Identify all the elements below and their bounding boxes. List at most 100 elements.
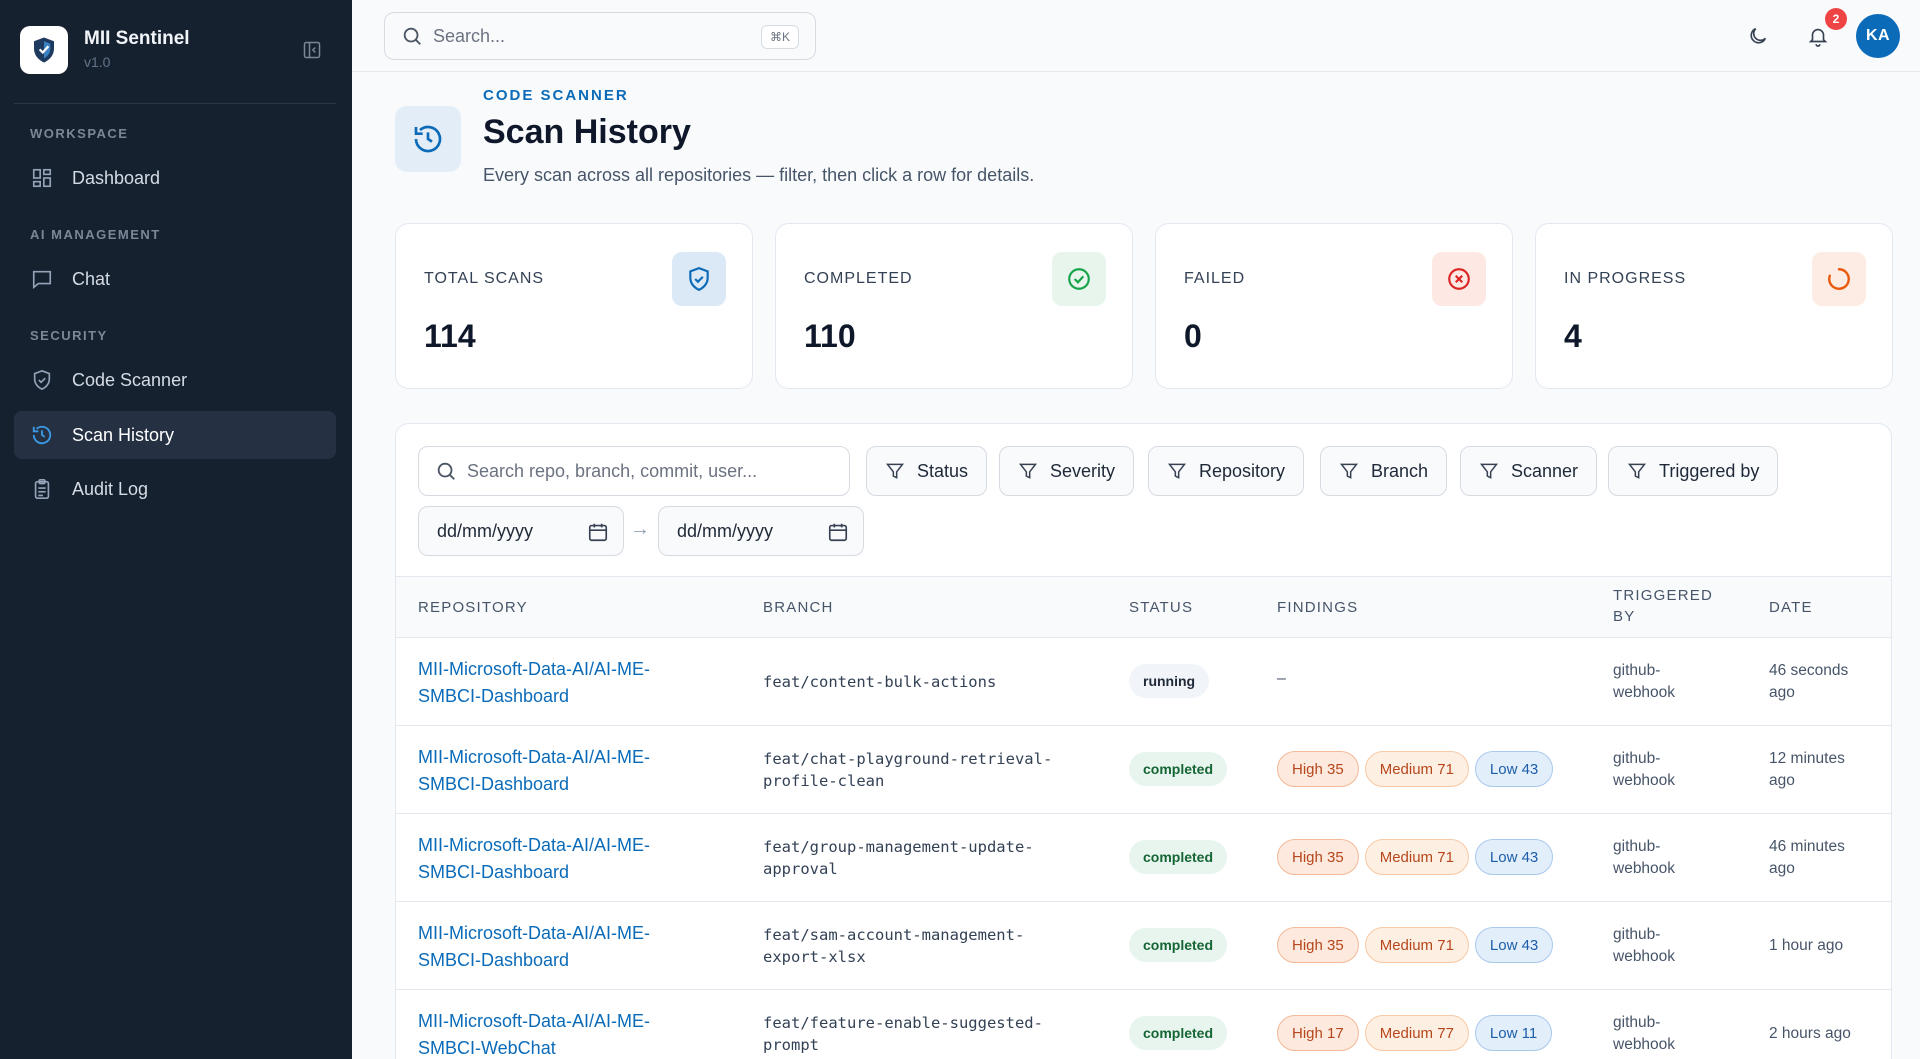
filter-repository-button[interactable]: Repository: [1148, 446, 1305, 496]
repository-line: SMBCI-Dashboard: [418, 686, 570, 706]
filter-icon: [1167, 461, 1187, 481]
status-badge: completed: [1129, 840, 1228, 874]
sidebar-item-audit-log[interactable]: Audit Log: [14, 465, 336, 513]
filter-status-button[interactable]: Status: [866, 446, 988, 496]
repository-link[interactable]: MII-Microsoft-Data-AI/AI-ME- SMBCI-Dashb…: [418, 832, 718, 886]
sidebar-item-dashboard[interactable]: Dashboard: [14, 154, 336, 202]
sidebar-item-label: Audit Log: [72, 478, 149, 499]
scan-date: 12 minutes ago: [1769, 748, 1889, 792]
search-icon: [435, 460, 457, 482]
date-line: 46 minutes: [1769, 838, 1845, 855]
branch-line: feat/feature-enable-suggested-: [763, 1014, 1043, 1032]
history-icon: [30, 423, 54, 447]
brand[interactable]: MII Sentinel v1.0: [20, 26, 336, 76]
repository-line: MII-Microsoft-Data-AI/AI-ME-: [418, 659, 651, 679]
triggered-line: github-: [1613, 750, 1661, 767]
triggered-line: webhook: [1613, 948, 1676, 965]
repository-line: MII-Microsoft-Data-AI/AI-ME-: [418, 1011, 651, 1031]
sidebar-item-code-scanner[interactable]: Code Scanner: [14, 356, 336, 404]
column-header-branch[interactable]: BRANCH: [763, 599, 834, 616]
column-header-triggered-by[interactable]: TRIGGERED BY: [1613, 587, 1713, 625]
scan-date: 2 hours ago: [1769, 1023, 1889, 1045]
chat-icon: [30, 267, 54, 291]
sidebar-item-chat[interactable]: Chat: [14, 255, 336, 303]
medium-severity-badge: Medium 77: [1364, 1015, 1469, 1051]
section-label-workspace: WORKSPACE: [30, 126, 129, 141]
filter-label: Scanner: [1511, 460, 1579, 481]
shield-icon: [30, 368, 54, 392]
filter-severity-button[interactable]: Severity: [999, 446, 1135, 496]
x-circle-icon: [1432, 252, 1486, 306]
column-header-line: TRIGGERED: [1613, 587, 1713, 604]
date-from-input[interactable]: dd/mm/yyyy: [418, 506, 624, 556]
brand-name: MII Sentinel: [84, 28, 190, 49]
scan-history-panel: Search repo, branch, commit, user... Sta…: [395, 423, 1892, 1059]
filter-branch-button[interactable]: Branch: [1320, 446, 1448, 496]
filter-scanner-button[interactable]: Scanner: [1460, 446, 1598, 496]
table-row[interactable]: MII-Microsoft-Data-AI/AI-ME- SMBCI-Dashb…: [396, 814, 1891, 902]
low-severity-badge: Low 43: [1474, 751, 1554, 787]
filter-triggered-by-button[interactable]: Triggered by: [1608, 446, 1779, 496]
stat-label: COMPLETED: [804, 270, 913, 287]
branch-line: feat/content-bulk-actions: [763, 673, 997, 691]
filter-icon: [1339, 461, 1359, 481]
table-row[interactable]: MII-Microsoft-Data-AI/AI-ME- SMBCI-Dashb…: [396, 638, 1891, 726]
stat-label: FAILED: [1184, 270, 1246, 287]
topbar: Search... ⌘K: [352, 0, 1920, 72]
triggered-by: github- webhook: [1613, 660, 1733, 704]
page-eyebrow: CODE SCANNER: [483, 87, 629, 104]
status-badge: completed: [1129, 928, 1228, 962]
findings-empty: –: [1277, 670, 1286, 687]
collapse-sidebar-icon[interactable]: [300, 38, 324, 62]
sidebar-item-scan-history[interactable]: Scan History: [14, 411, 336, 459]
repository-link[interactable]: MII-Microsoft-Data-AI/AI-ME- SMBCI-WebCh…: [418, 1008, 718, 1059]
stat-value: 114: [424, 318, 476, 354]
moon-icon[interactable]: [1744, 22, 1772, 50]
triggered-line: github-: [1613, 662, 1661, 679]
table-row[interactable]: MII-Microsoft-Data-AI/AI-ME- SMBCI-Dashb…: [396, 902, 1891, 990]
column-header-date[interactable]: DATE: [1769, 599, 1813, 616]
repository-link[interactable]: MII-Microsoft-Data-AI/AI-ME- SMBCI-Dashb…: [418, 744, 718, 798]
filter-icon: [1479, 461, 1499, 481]
section-label-ai-management: AI MANAGEMENT: [30, 227, 161, 242]
medium-severity-badge: Medium 71: [1364, 751, 1469, 787]
calendar-icon[interactable]: [827, 521, 849, 543]
column-header-status[interactable]: STATUS: [1129, 599, 1193, 616]
stat-card-completed: COMPLETED 110: [775, 223, 1133, 389]
calendar-icon[interactable]: [587, 521, 609, 543]
table-row[interactable]: MII-Microsoft-Data-AI/AI-ME- SMBCI-Dashb…: [396, 726, 1891, 814]
date-to-input[interactable]: dd/mm/yyyy: [658, 506, 864, 556]
status-badge: running: [1129, 664, 1210, 698]
sidebar-item-label: Scan History: [72, 424, 175, 445]
column-header-repository[interactable]: REPOSITORY: [418, 599, 528, 616]
branch-line: export-xlsx: [763, 948, 866, 966]
spinner-icon: [1812, 252, 1866, 306]
findings-badges: High 35 Medium 71 Low 43: [1277, 927, 1554, 963]
shortcut-badge: ⌘K: [760, 25, 799, 49]
sidebar-item-label: Chat: [72, 268, 111, 289]
filter-search-input[interactable]: Search repo, branch, commit, user...: [418, 446, 850, 496]
sidebar-item-label: Code Scanner: [72, 369, 188, 390]
branch-name: feat/feature-enable-suggested- prompt: [763, 1012, 1093, 1056]
filter-label: Branch: [1371, 460, 1429, 481]
global-search-input[interactable]: Search... ⌘K: [384, 12, 816, 60]
stat-label: TOTAL SCANS: [424, 270, 545, 287]
stat-value: 110: [804, 318, 856, 354]
triggered-line: github-: [1613, 1014, 1661, 1031]
repository-line: MII-Microsoft-Data-AI/AI-ME-: [418, 747, 651, 767]
branch-line: feat/sam-account-management-: [763, 926, 1025, 944]
avatar[interactable]: KA: [1856, 14, 1900, 58]
branch-name: feat/content-bulk-actions: [763, 671, 1093, 693]
clipboard-icon: [30, 477, 54, 501]
filter-label: Status: [917, 460, 969, 481]
repository-link[interactable]: MII-Microsoft-Data-AI/AI-ME- SMBCI-Dashb…: [418, 656, 718, 710]
column-header-findings[interactable]: FINDINGS: [1277, 599, 1358, 616]
search-placeholder: Search...: [433, 25, 506, 46]
triggered-line: github-: [1613, 926, 1661, 943]
branch-name: feat/chat-playground-retrieval- profile-…: [763, 748, 1093, 792]
date-line: ago: [1769, 860, 1795, 877]
repository-link[interactable]: MII-Microsoft-Data-AI/AI-ME- SMBCI-Dashb…: [418, 920, 718, 974]
table-row[interactable]: MII-Microsoft-Data-AI/AI-ME- SMBCI-WebCh…: [396, 990, 1891, 1059]
medium-severity-badge: Medium 71: [1364, 839, 1469, 875]
date-line: ago: [1769, 772, 1795, 789]
